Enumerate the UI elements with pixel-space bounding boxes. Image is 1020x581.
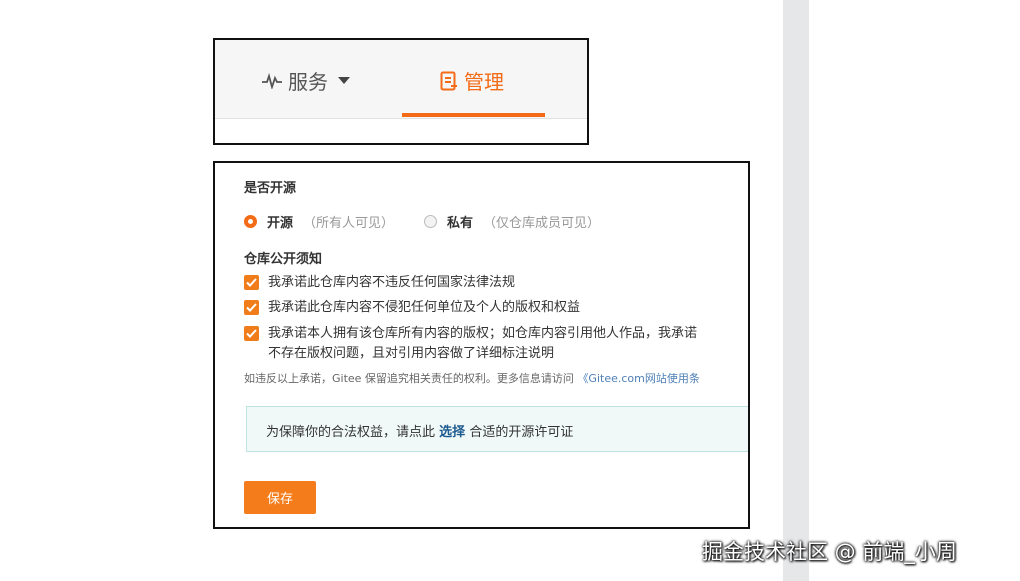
checkbox-promise-3[interactable] [244,326,259,341]
tab-service[interactable]: 服务 [262,66,350,95]
radio-private[interactable] [424,215,438,228]
terms-note: 如违反以上承诺，Gitee 保留追究相关责任的权利。更多信息请访问 《Gitee… [244,370,700,386]
pulse-icon [262,72,282,89]
terms-link[interactable]: 《Gitee.com网站使用条 [577,372,699,385]
radio-open-source-hint: （所有人可见） [303,216,395,231]
license-notice: 为保障你的合法权益，请点此 选择 合适的开源许可证 [246,406,748,452]
promise-text-line2: 不存在版权问题，且对引用内容做了详细标注说明 [268,346,555,361]
radio-open-source-label[interactable]: 开源 [267,212,293,231]
promise-text: 我承诺此仓库内容不违反任何国家法律法规 [268,275,516,290]
check-icon [246,303,257,312]
radio-private-label[interactable]: 私有 [447,212,473,231]
radio-open-source[interactable] [244,215,257,228]
open-source-title: 是否开源 [244,181,297,196]
notice-title: 仓库公开须知 [244,252,323,267]
license-suffix: 合适的开源许可证 [469,425,574,440]
tab-service-label: 服务 [288,70,328,94]
tabs-panel: 服务 管理 [213,38,589,145]
radio-private-hint: （仅仓库成员可见） [483,216,601,231]
tabs-bar: 服务 管理 [215,40,587,119]
promise-text: 我承诺此仓库内容不侵犯任何单位及个人的版权和权益 [268,300,581,315]
watermark: 掘金技术社区 @ 前端_小周 [702,540,957,564]
active-tab-indicator [402,113,545,117]
check-icon [246,278,257,287]
promise-text-line1: 我承诺本人拥有该仓库所有内容的版权；如仓库内容引用他人作品，我承诺 [268,326,698,341]
promise-text: 我承诺本人拥有该仓库所有内容的版权；如仓库内容引用他人作品，我承诺 不存在版权问… [268,324,697,364]
checkbox-promise-2[interactable] [244,300,259,315]
promise-item: 我承诺此仓库内容不侵犯任何单位及个人的版权和权益 [244,298,580,318]
visibility-settings-panel: 是否开源 开源 （所有人可见） 私有 （仅仓库成员可见） 仓库公开须知 我承诺此… [213,161,750,529]
scrollbar-track[interactable] [783,0,809,581]
chevron-down-icon [338,77,350,84]
save-button[interactable]: 保存 [244,481,316,514]
tab-manage-label: 管理 [464,70,504,94]
tab-manage[interactable]: 管理 [440,66,504,95]
choose-license-link[interactable]: 选择 [439,425,465,440]
promise-item: 我承诺此仓库内容不违反任何国家法律法规 [244,273,515,293]
license-prefix: 为保障你的合法权益，请点此 [266,425,436,440]
checkbox-promise-1[interactable] [244,275,259,290]
check-icon [246,329,257,338]
terms-note-text: 如违反以上承诺，Gitee 保留追究相关责任的权利。更多信息请访问 [244,372,574,385]
promise-item: 我承诺本人拥有该仓库所有内容的版权；如仓库内容引用他人作品，我承诺 不存在版权问… [244,324,697,364]
visibility-options: 开源 （所有人可见） 私有 （仅仓库成员可见） [244,212,600,231]
document-icon [440,71,458,91]
